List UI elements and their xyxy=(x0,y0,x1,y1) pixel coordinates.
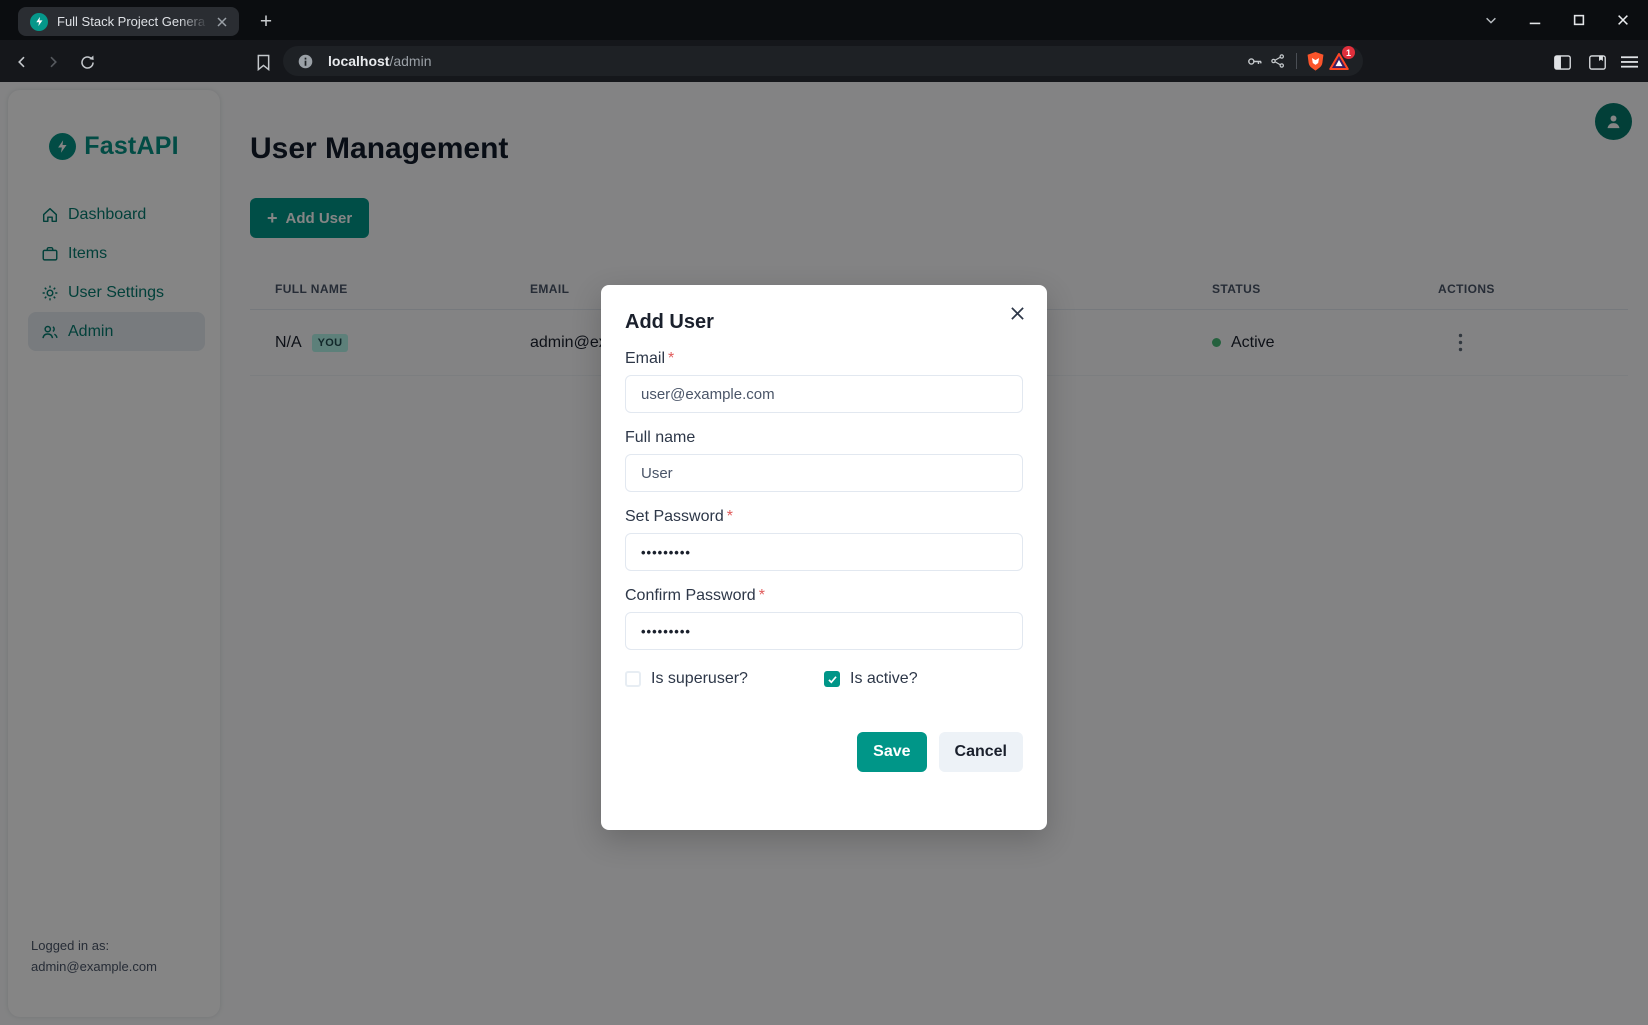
browser-tab-strip: Full Stack Project Genera + xyxy=(0,0,1648,40)
bookmark-icon[interactable] xyxy=(250,49,276,75)
email-input[interactable] xyxy=(625,375,1023,413)
full-name-input[interactable] xyxy=(625,454,1023,492)
set-password-label: Set Password* xyxy=(625,508,1023,526)
modal-footer: Save Cancel xyxy=(625,732,1023,772)
sidebar-toggle-icon[interactable] xyxy=(1549,49,1575,75)
full-name-field-group: Full name xyxy=(625,429,1023,492)
required-asterisk: * xyxy=(727,508,733,525)
checkbox-unchecked-icon[interactable] xyxy=(625,671,641,687)
modal-close-icon[interactable] xyxy=(1003,299,1031,327)
email-field-group: Email* xyxy=(625,350,1023,413)
modal-title: Add User xyxy=(625,311,1023,334)
brave-shield-icon[interactable] xyxy=(1303,49,1327,73)
tab-search-chevron-icon[interactable] xyxy=(1480,9,1502,31)
brave-rewards-icon[interactable]: 1 xyxy=(1327,49,1351,73)
menu-hamburger-icon[interactable] xyxy=(1616,49,1642,75)
is-active-label: Is active? xyxy=(850,670,918,688)
tab-close-icon[interactable] xyxy=(213,13,231,31)
full-name-label: Full name xyxy=(625,429,1023,447)
cancel-button[interactable]: Cancel xyxy=(939,732,1023,772)
confirm-password-field-group: Confirm Password* xyxy=(625,587,1023,650)
tab-title: Full Stack Project Genera xyxy=(57,14,213,29)
browser-toolbar: localhost/admin 1 xyxy=(0,40,1648,82)
fastapi-favicon-icon xyxy=(30,13,48,31)
set-password-input[interactable] xyxy=(625,533,1023,571)
confirm-password-input[interactable] xyxy=(625,612,1023,650)
new-tab-button[interactable]: + xyxy=(252,8,280,36)
is-active-checkbox[interactable]: Is active? xyxy=(824,670,1023,688)
is-superuser-checkbox[interactable]: Is superuser? xyxy=(625,670,824,688)
forward-button[interactable] xyxy=(40,49,66,75)
rewards-badge: 1 xyxy=(1342,46,1355,59)
minimize-button[interactable] xyxy=(1524,9,1546,31)
is-superuser-label: Is superuser? xyxy=(651,670,748,688)
email-label: Email* xyxy=(625,350,1023,368)
address-bar[interactable]: localhost/admin 1 xyxy=(283,46,1363,76)
confirm-password-label: Confirm Password* xyxy=(625,587,1023,605)
brave-wallet-icon[interactable] xyxy=(1584,49,1610,75)
maximize-button[interactable] xyxy=(1568,9,1590,31)
save-button[interactable]: Save xyxy=(857,732,926,772)
browser-tab[interactable]: Full Stack Project Genera xyxy=(18,7,239,36)
app-page: FastAPI Dashboard Items User Settings xyxy=(0,82,1648,1025)
password-key-icon[interactable] xyxy=(1242,49,1266,73)
checkbox-row: Is superuser? Is active? xyxy=(625,670,1023,688)
url-text: localhost/admin xyxy=(328,53,432,69)
close-window-button[interactable] xyxy=(1612,9,1634,31)
checkbox-checked-icon[interactable] xyxy=(824,671,840,687)
required-asterisk: * xyxy=(668,350,674,367)
share-icon[interactable] xyxy=(1266,49,1290,73)
add-user-modal: Add User Email* Full name Set Password* … xyxy=(601,285,1047,830)
required-asterisk: * xyxy=(759,587,765,604)
set-password-field-group: Set Password* xyxy=(625,508,1023,571)
site-info-icon[interactable] xyxy=(293,49,317,73)
reload-button[interactable] xyxy=(74,49,100,75)
back-button[interactable] xyxy=(9,49,35,75)
divider xyxy=(1296,53,1297,69)
